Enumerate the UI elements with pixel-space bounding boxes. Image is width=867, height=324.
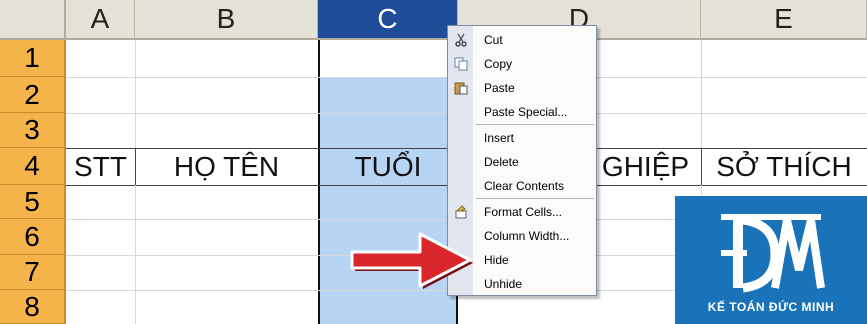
ke-toan-duc-minh-logo: KẾ TOÁN ĐỨC MINH [675,196,867,324]
paste-icon [454,81,468,95]
menu-item-copy[interactable]: Copy [448,52,596,76]
corner-select-all[interactable] [0,0,66,40]
cell-d4[interactable]: GHIỆP [590,148,701,185]
menu-item-delete[interactable]: Delete [448,150,596,174]
row-header-1[interactable]: 1 [0,40,66,77]
menu-item-paste[interactable]: Paste [448,76,596,100]
column-header-a[interactable]: A [66,0,135,40]
menu-item-paste-special[interactable]: Paste Special... [448,100,596,124]
dm-monogram-icon [721,214,825,293]
row-header-7[interactable]: 7 [0,255,66,290]
column-header-b[interactable]: B [135,0,318,40]
menu-item-label: Clear Contents [484,179,565,193]
row-header-5[interactable]: 5 [0,185,66,219]
row-header-4[interactable]: 4 [0,148,66,185]
scissors-icon [454,33,468,47]
menu-item-label: Format Cells... [484,205,563,219]
format-cells-icon [454,205,468,219]
menu-item-cut[interactable]: Cut [448,28,596,52]
menu-item-label: Copy [484,57,513,71]
menu-item-label: Hide [484,253,509,267]
column-header-e[interactable]: E [701,0,867,40]
cell-b4[interactable]: HỌ TÊN [135,148,318,185]
menu-item-label: Unhide [484,277,523,291]
menu-item-label: Paste [484,81,515,95]
cell-a4[interactable]: STT [66,148,135,185]
menu-item-label: Column Width... [484,229,570,243]
menu-item-clear-contents[interactable]: Clear Contents [448,174,596,198]
copy-icon [454,57,468,71]
row-header-6[interactable]: 6 [0,219,66,255]
logo-caption: KẾ TOÁN ĐỨC MINH [707,300,835,314]
row-header-3[interactable]: 3 [0,113,66,148]
menu-item-insert[interactable]: Insert [448,126,596,150]
menu-item-format-cells[interactable]: Format Cells... [448,200,596,224]
cell-e4[interactable]: SỞ THÍCH [701,148,867,185]
red-arrow-icon [350,232,473,289]
row-header-2[interactable]: 2 [0,77,66,113]
menu-item-label: Cut [484,33,503,47]
menu-item-label: Paste Special... [484,105,568,119]
column-header-c[interactable]: C [318,0,458,40]
menu-item-label: Insert [484,131,515,145]
menu-item-label: Delete [484,155,519,169]
row-header-8[interactable]: 8 [0,290,66,324]
cell-c4[interactable]: TUỔI [318,148,458,185]
